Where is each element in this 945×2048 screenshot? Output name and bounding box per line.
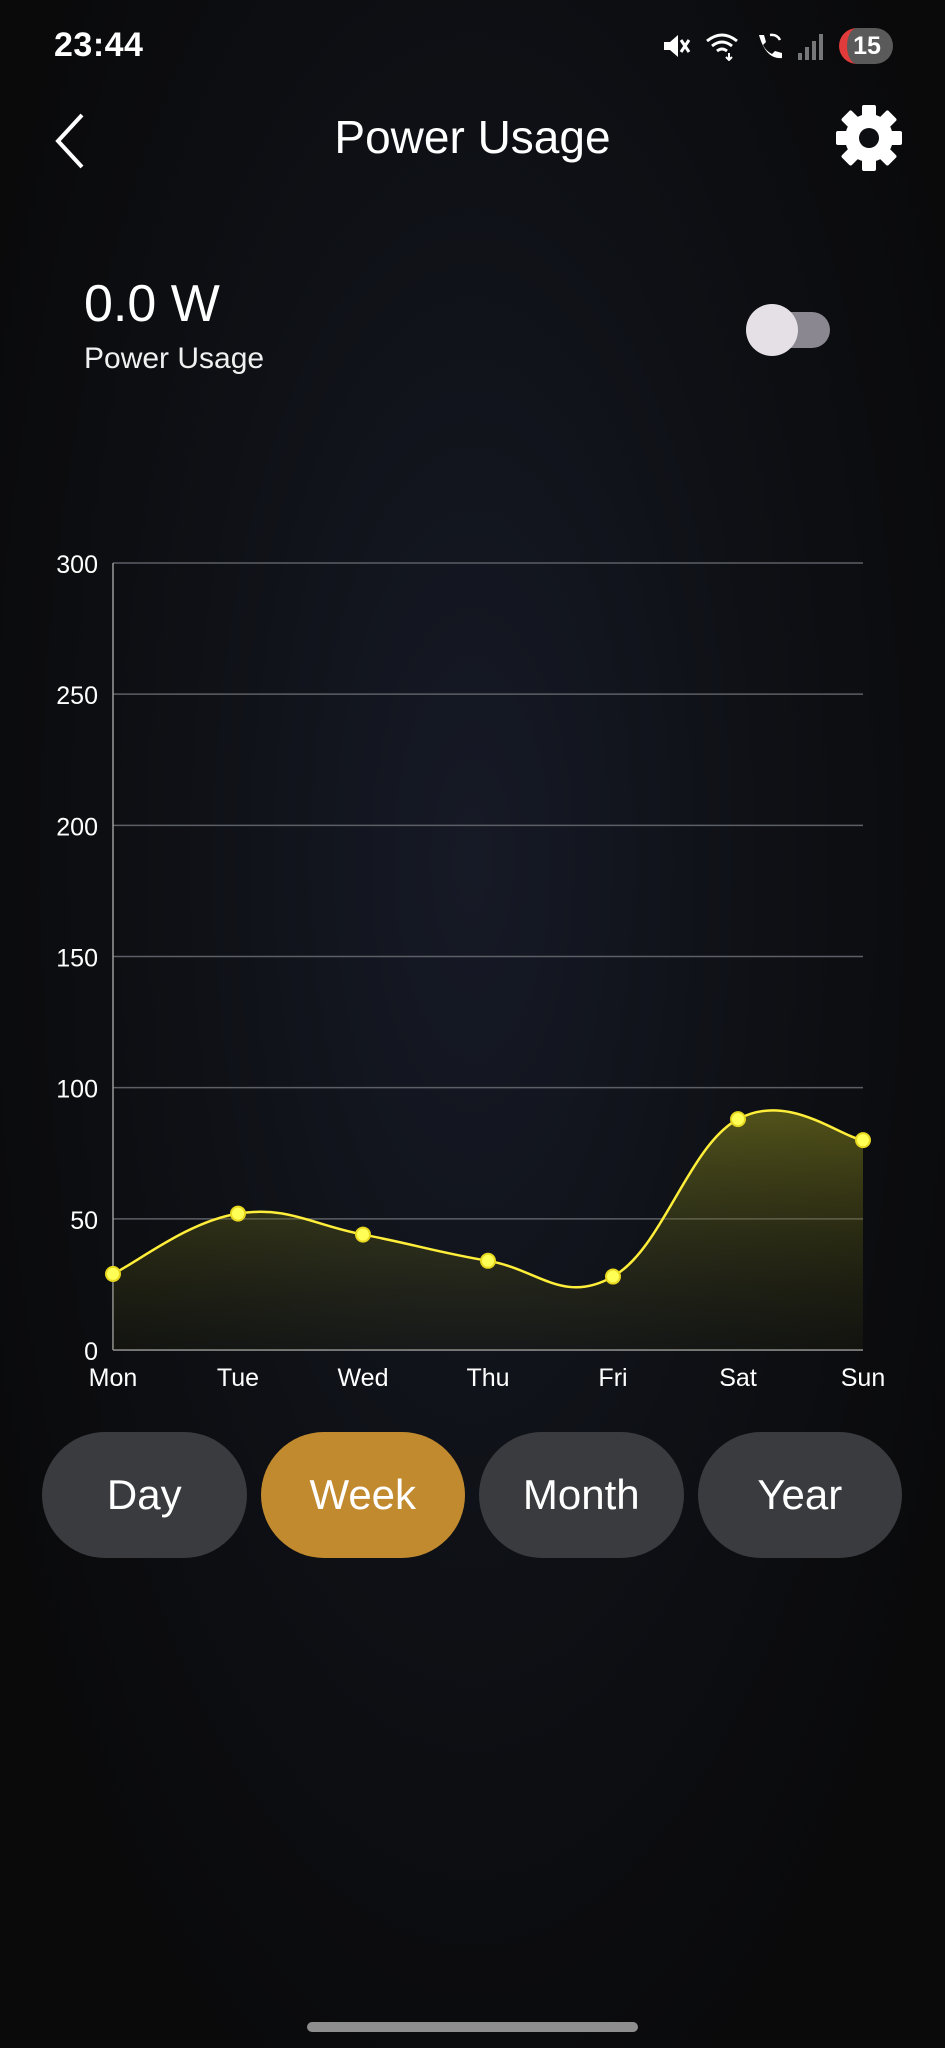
x-tick-label: Mon (89, 1364, 138, 1392)
y-tick-label: 300 (56, 551, 98, 579)
y-tick-label: 50 (70, 1207, 98, 1235)
status-bar: 23:44 15 (0, 0, 945, 92)
status-icons: 15 (661, 26, 893, 66)
power-label: Power Usage (84, 342, 265, 375)
gear-icon (836, 105, 902, 171)
notification-badge: 15 (839, 28, 893, 64)
data-point (230, 1205, 246, 1222)
x-tick-label: Tue (217, 1364, 259, 1392)
period-button-week[interactable]: Week (260, 1432, 465, 1558)
data-point (730, 1111, 746, 1128)
data-point (105, 1265, 121, 1282)
wifi-call-icon (759, 33, 782, 59)
period-selector: Day Week Month Year (42, 1432, 902, 1558)
period-button-day[interactable]: Day (42, 1432, 247, 1558)
data-point (605, 1268, 621, 1285)
y-tick-label: 150 (56, 945, 98, 973)
toggle-knob (746, 304, 798, 356)
data-point (355, 1226, 371, 1243)
y-tick-label: 0 (84, 1338, 98, 1366)
series-area (113, 1110, 863, 1350)
y-tick-label: 200 (56, 813, 98, 841)
page-title: Power Usage (334, 111, 611, 163)
x-tick-label: Wed (338, 1364, 389, 1392)
x-tick-label: Fri (598, 1364, 627, 1392)
power-toggle[interactable] (746, 302, 832, 356)
power-value: 0.0 W (84, 275, 220, 333)
period-button-month[interactable]: Month (479, 1432, 684, 1558)
x-tick-label: Thu (466, 1364, 509, 1392)
y-tick-label: 100 (56, 1076, 98, 1104)
app-header: Power Usage (0, 92, 945, 192)
mute-icon (664, 35, 691, 57)
status-time: 23:44 (54, 26, 144, 64)
x-tick-label: Sat (719, 1364, 757, 1392)
settings-button[interactable] (833, 102, 905, 174)
data-point (855, 1132, 871, 1149)
data-point (480, 1252, 496, 1269)
signal-icon (798, 34, 823, 60)
wifi-icon (706, 33, 738, 61)
period-button-year[interactable]: Year (697, 1432, 902, 1558)
x-tick-label: Sun (841, 1364, 885, 1392)
home-indicator[interactable] (307, 2022, 638, 2032)
y-tick-label: 250 (56, 682, 98, 710)
power-chart: 0 50 100 150 200 250 300 Mon Tue Wed Thu Fri Sat Sun (56, 551, 885, 1392)
